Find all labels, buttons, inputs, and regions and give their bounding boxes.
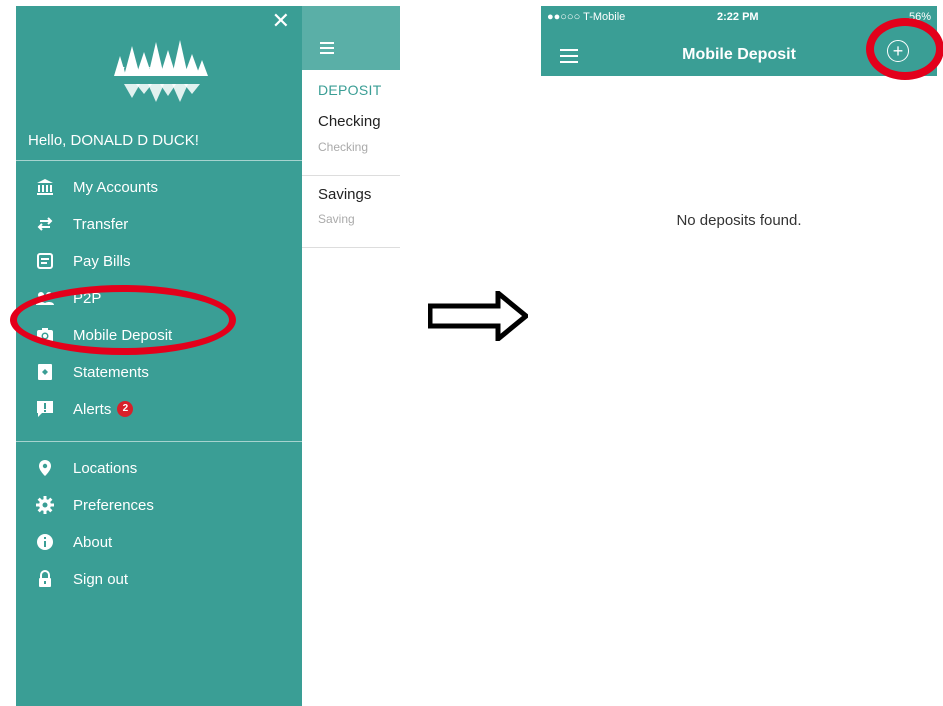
menu-item-preferences[interactable]: Preferences	[16, 489, 302, 521]
info-icon	[36, 533, 54, 551]
menu-label: My Accounts	[73, 178, 159, 196]
mobile-deposit-screen: ●●○○○ T-Mobile 2:22 PM 56% Mobile Deposi…	[541, 6, 937, 706]
alert-icon	[36, 400, 54, 418]
menu-label: Statements	[73, 363, 149, 381]
divider	[16, 160, 302, 161]
bill-icon	[36, 252, 54, 270]
status-bar: ●●○○○ T-Mobile 2:22 PM 56%	[541, 6, 937, 26]
account-row-title: Savings	[318, 186, 372, 203]
menu-label: Transfer	[73, 215, 129, 233]
gear-icon	[36, 496, 54, 514]
menu-item-my-accounts[interactable]: My Accounts	[16, 171, 302, 203]
alerts-count-badge: 2	[117, 401, 134, 417]
menu-label: Sign out	[73, 570, 129, 588]
account-row-title: Checking	[318, 113, 381, 130]
account-row-subtitle: Checking	[318, 140, 369, 154]
divider	[302, 175, 400, 176]
menu-item-statements[interactable]: Statements	[16, 356, 302, 388]
menu-label: Locations	[73, 459, 138, 477]
menu-label: About	[73, 533, 113, 551]
lock-icon	[36, 570, 54, 588]
menu-label: Pay Bills	[73, 252, 131, 270]
navigation-drawer: ✕ Lakeviewbank Hello, DONALD D DUCK! My …	[16, 6, 302, 706]
transfer-arrows-icon	[36, 215, 54, 233]
background-deposit-page: DEPOSIT Checking Checking Savings Saving	[302, 6, 400, 706]
logo-text: Lakeviewbank	[122, 66, 184, 77]
divider	[16, 441, 302, 442]
divider	[302, 247, 400, 248]
background-header	[302, 6, 400, 70]
right-arrow-icon	[427, 287, 530, 345]
menu-label: Alerts	[73, 400, 112, 418]
highlight-oval	[10, 285, 236, 355]
menu-item-pay-bills[interactable]: Pay Bills	[16, 245, 302, 277]
menu-item-about[interactable]: About	[16, 526, 302, 558]
user-greeting: Hello, DONALD D DUCK!	[28, 132, 199, 149]
menu-item-locations[interactable]: Locations	[16, 452, 302, 484]
menu-label: Preferences	[73, 496, 154, 514]
account-row-subtitle: Saving	[318, 212, 355, 226]
menu-item-sign-out[interactable]: Sign out	[16, 563, 302, 595]
hamburger-icon	[320, 42, 334, 57]
clock: 2:22 PM	[717, 11, 759, 23]
section-heading: DEPOSIT	[318, 82, 382, 98]
menu-item-alerts[interactable]: Alerts 2	[16, 393, 302, 425]
empty-state-message: No deposits found.	[676, 212, 802, 229]
close-icon[interactable]: ✕	[272, 8, 290, 34]
carrier-text: ●●○○○ T-Mobile	[547, 11, 626, 23]
menu-item-transfer[interactable]: Transfer	[16, 208, 302, 240]
statement-icon	[36, 363, 54, 381]
bank-logo: Lakeviewbank	[102, 36, 220, 104]
bank-icon	[36, 178, 54, 196]
location-pin-icon	[36, 459, 54, 477]
highlight-oval	[866, 18, 943, 80]
